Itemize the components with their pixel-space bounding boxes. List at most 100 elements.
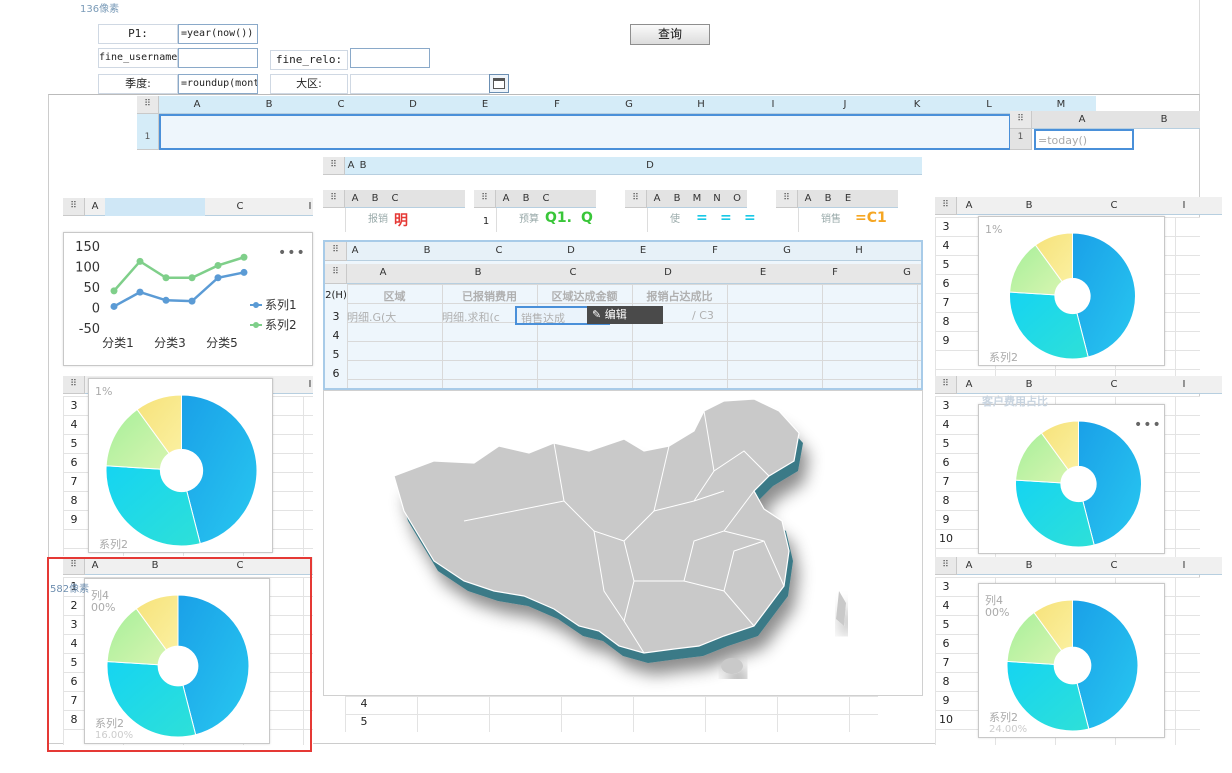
table-cell[interactable]: / C3 — [692, 309, 732, 322]
kpi-block-1[interactable]: 预算 Q1. Q 1 — [483, 208, 596, 232]
username-input[interactable] — [178, 48, 258, 68]
column-letter[interactable]: I — [1183, 560, 1186, 571]
column-letter[interactable]: F — [832, 267, 838, 278]
column-letter[interactable]: A — [654, 193, 661, 204]
kpi-header-0[interactable]: A B C — [345, 190, 465, 208]
column-letter[interactable]: B — [475, 267, 482, 278]
column-letter[interactable]: C — [392, 193, 399, 204]
grip-icon[interactable]: ⠿ — [323, 157, 345, 175]
kpi-block-0[interactable]: 报销明 — [345, 208, 465, 232]
quarter-input[interactable]: =roundup(mont — [178, 74, 258, 94]
column-letter[interactable]: B — [825, 193, 832, 204]
column-letter[interactable]: E — [845, 193, 851, 204]
column-letter[interactable]: I — [309, 379, 312, 390]
column-letter[interactable]: B — [1026, 560, 1033, 571]
column-letter[interactable]: B — [372, 193, 379, 204]
column-letter[interactable]: C — [1111, 200, 1118, 211]
column-letter[interactable]: I — [772, 99, 775, 110]
region-input[interactable] — [350, 74, 490, 94]
donut-chart-card[interactable]: 1% 系列2 — [88, 378, 273, 553]
edit-button[interactable]: ✎ 编辑 — [587, 306, 663, 324]
side-mini-header[interactable]: A B — [1032, 111, 1200, 129]
column-letter[interactable]: L — [986, 99, 992, 110]
today-formula-cell[interactable]: =today() — [1034, 129, 1134, 150]
column-letter[interactable]: F — [712, 245, 718, 256]
p1-input[interactable]: =year(now()) — [178, 24, 258, 44]
column-letter[interactable]: D — [409, 99, 417, 110]
donut-chart-card[interactable]: 列4 00% 系列2 24.00% — [978, 583, 1165, 738]
column-letter[interactable]: C — [543, 193, 550, 204]
grip-icon[interactable]: ⠿ — [935, 557, 957, 575]
column-letter[interactable]: M — [1057, 99, 1066, 110]
pie-panel-header-3[interactable]: ABCI — [957, 376, 1222, 394]
column-letter[interactable]: A — [194, 99, 201, 110]
pie-panel-header-4[interactable]: ABCI — [957, 557, 1222, 575]
donut-chart-card[interactable]: ••• 客户费用占比 — [978, 395, 1165, 554]
kpi-block-3[interactable]: 销售 =C1 — [798, 208, 898, 232]
china-map[interactable] — [323, 390, 923, 696]
column-letter[interactable]: K — [914, 99, 921, 110]
table-column-header[interactable]: A B C D E F G — [347, 264, 921, 284]
more-menu-icon[interactable]: ••• — [278, 245, 306, 261]
column-letter[interactable]: A — [966, 200, 973, 211]
column-letter[interactable]: J — [844, 99, 847, 110]
table-outer-header[interactable]: A B C D E F G H — [347, 242, 921, 261]
column-letter[interactable]: M — [693, 193, 702, 204]
column-letter[interactable]: E — [640, 245, 646, 256]
column-letter[interactable]: G — [625, 99, 633, 110]
column-letter[interactable]: A — [352, 193, 359, 204]
query-button[interactable]: 查询 — [630, 24, 710, 45]
column-letter[interactable]: A — [503, 193, 510, 204]
main-column-header[interactable]: A B C D E F G H I J K L M — [159, 96, 1096, 114]
grip-icon[interactable]: ⠿ — [1010, 111, 1032, 129]
grip-icon[interactable]: ⠿ — [325, 242, 347, 261]
column-letter[interactable]: B — [674, 193, 681, 204]
column-letter[interactable]: O — [733, 193, 741, 204]
column-letter[interactable]: E — [760, 267, 766, 278]
column-letter[interactable]: G — [903, 267, 911, 278]
line-chart-card[interactable]: ••• 150 100 50 0 -50 分类1 分类3 分类5 系列1 系列2 — [63, 232, 313, 366]
column-letter[interactable]: B — [523, 193, 530, 204]
column-letter[interactable]: A — [966, 560, 973, 571]
grip-icon[interactable]: ⠿ — [935, 197, 957, 215]
column-letter[interactable]: C — [1111, 560, 1118, 571]
column-letter[interactable]: F — [554, 99, 560, 110]
column-letter[interactable]: G — [783, 245, 791, 256]
grip-icon[interactable]: ⠿ — [325, 264, 347, 284]
summary-table[interactable]: ⠿ ABCDEFGH ⠿ ABCDEFG 2(H) 区域 已报销费用 区域达成金额报… — [323, 240, 923, 390]
relo-input[interactable] — [350, 48, 430, 68]
grip-icon[interactable]: ⠿ — [776, 190, 798, 208]
column-letter[interactable]: C — [496, 245, 503, 256]
column-letter[interactable]: A — [352, 245, 359, 256]
kpi-block-2[interactable]: 使 = = = — [647, 208, 756, 232]
center-column-header[interactable]: A B D — [345, 157, 922, 175]
main-cell-a1[interactable] — [159, 114, 1011, 150]
column-letter[interactable]: B — [424, 245, 431, 256]
column-letter[interactable]: B — [1026, 200, 1033, 211]
table-cell[interactable]: 明细.G(大 — [347, 309, 442, 325]
donut-chart-card[interactable]: 1% 系列2 — [978, 216, 1165, 366]
grip-icon[interactable]: ⠿ — [323, 190, 345, 208]
kpi-header-1[interactable]: A B C — [496, 190, 596, 208]
column-letter[interactable]: N — [713, 193, 720, 204]
column-letter[interactable]: A — [805, 193, 812, 204]
grip-icon[interactable]: ⠿ — [474, 190, 496, 208]
column-letter[interactable]: E — [482, 99, 488, 110]
column-letter[interactable]: C — [1111, 379, 1118, 390]
column-letter[interactable]: A — [380, 267, 387, 278]
column-letter[interactable]: C — [338, 99, 345, 110]
column-letter[interactable]: H — [855, 245, 863, 256]
column-letter[interactable]: B — [1026, 379, 1033, 390]
column-letter[interactable]: D — [567, 245, 575, 256]
column-letter[interactable]: I — [1183, 200, 1186, 211]
grip-icon[interactable]: ⠿ — [63, 198, 85, 216]
column-letter[interactable]: B — [266, 99, 273, 110]
grip-icon[interactable]: ⠿ — [625, 190, 647, 208]
kpi-header-3[interactable]: ABE — [798, 190, 898, 208]
column-letter[interactable]: A — [966, 379, 973, 390]
kpi-header-2[interactable]: A B MN O — [647, 190, 747, 208]
more-menu-icon[interactable]: ••• — [1134, 417, 1162, 433]
column-letter[interactable]: D — [664, 267, 672, 278]
pie-panel-header-2[interactable]: ABCI — [957, 197, 1222, 215]
grip-icon[interactable]: ⠿ — [63, 376, 85, 394]
